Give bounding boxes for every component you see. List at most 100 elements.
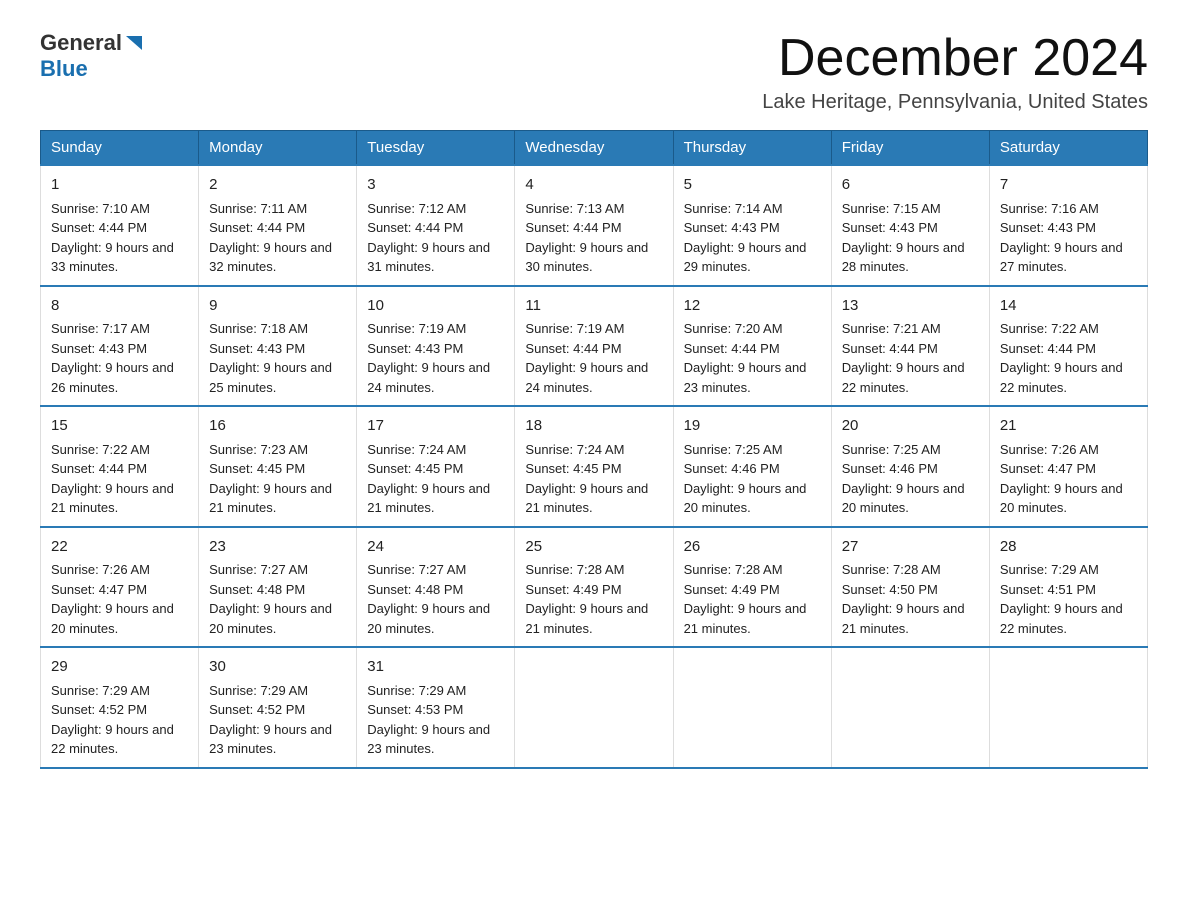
day-number: 8: [51, 295, 188, 318]
calendar-day-cell: 17 Sunrise: 7:24 AMSunset: 4:45 PMDayligh…: [357, 406, 515, 527]
day-number: 16: [209, 415, 346, 438]
weekday-header-monday: Monday: [199, 131, 357, 166]
day-number: 1: [51, 174, 188, 197]
calendar-day-cell: 6Sunrise: 7:15 AMSunset: 4:43 PMDaylight…: [831, 165, 989, 286]
day-number: 27: [842, 536, 979, 559]
calendar-day-cell: 13 Sunrise: 7:21 AMSunset: 4:44 PMDayligh…: [831, 286, 989, 407]
day-info: Sunrise: 7:25 AMSunset: 4:46 PMDaylight:…: [842, 442, 965, 516]
day-info: Sunrise: 7:21 AMSunset: 4:44 PMDaylight:…: [842, 321, 965, 395]
day-number: 25: [525, 536, 662, 559]
day-info: Sunrise: 7:18 AMSunset: 4:43 PMDaylight:…: [209, 321, 332, 395]
calendar-week-row: 8 Sunrise: 7:17 AMSunset: 4:43 PMDaylight…: [41, 286, 1148, 407]
day-info: Sunrise: 7:29 AMSunset: 4:53 PMDaylight:…: [367, 683, 490, 757]
day-number: 21: [1000, 415, 1137, 438]
day-info: Sunrise: 7:19 AMSunset: 4:44 PMDaylight:…: [525, 321, 648, 395]
calendar-day-cell: 29 Sunrise: 7:29 AMSunset: 4:52 PMDayligh…: [41, 647, 199, 768]
day-info: Sunrise: 7:24 AMSunset: 4:45 PMDaylight:…: [367, 442, 490, 516]
logo-blue-text: Blue: [40, 56, 88, 82]
day-info: Sunrise: 7:22 AMSunset: 4:44 PMDaylight:…: [51, 442, 174, 516]
calendar-day-cell: 10Sunrise: 7:19 AMSunset: 4:43 PMDayligh…: [357, 286, 515, 407]
day-info: Sunrise: 7:10 AMSunset: 4:44 PMDaylight:…: [51, 201, 174, 275]
month-title: December 2024: [762, 30, 1148, 87]
day-info: Sunrise: 7:28 AMSunset: 4:49 PMDaylight:…: [684, 562, 807, 636]
location-title: Lake Heritage, Pennsylvania, United Stat…: [762, 91, 1148, 114]
day-number: 11: [525, 295, 662, 318]
logo-triangle-icon: [124, 32, 146, 54]
calendar-day-cell: 26 Sunrise: 7:28 AMSunset: 4:49 PMDayligh…: [673, 527, 831, 648]
day-number: 7: [1000, 174, 1137, 197]
title-block: December 2024 Lake Heritage, Pennsylvani…: [762, 30, 1148, 114]
calendar-week-row: 29 Sunrise: 7:29 AMSunset: 4:52 PMDayligh…: [41, 647, 1148, 768]
day-info: Sunrise: 7:28 AMSunset: 4:50 PMDaylight:…: [842, 562, 965, 636]
weekday-header-sunday: Sunday: [41, 131, 199, 166]
weekday-header-wednesday: Wednesday: [515, 131, 673, 166]
day-info: Sunrise: 7:14 AMSunset: 4:43 PMDaylight:…: [684, 201, 807, 275]
calendar-day-cell: 14Sunrise: 7:22 AMSunset: 4:44 PMDayligh…: [989, 286, 1147, 407]
day-number: 4: [525, 174, 662, 197]
day-info: Sunrise: 7:23 AMSunset: 4:45 PMDaylight:…: [209, 442, 332, 516]
day-info: Sunrise: 7:12 AMSunset: 4:44 PMDaylight:…: [367, 201, 490, 275]
calendar-day-cell: 8 Sunrise: 7:17 AMSunset: 4:43 PMDaylight…: [41, 286, 199, 407]
calendar-day-cell: 18 Sunrise: 7:24 AMSunset: 4:45 PMDayligh…: [515, 406, 673, 527]
calendar-day-cell: 1 Sunrise: 7:10 AMSunset: 4:44 PMDaylight…: [41, 165, 199, 286]
calendar-day-cell: 23Sunrise: 7:27 AMSunset: 4:48 PMDayligh…: [199, 527, 357, 648]
day-info: Sunrise: 7:24 AMSunset: 4:45 PMDaylight:…: [525, 442, 648, 516]
day-info: Sunrise: 7:27 AMSunset: 4:48 PMDaylight:…: [367, 562, 490, 636]
day-number: 29: [51, 656, 188, 679]
day-number: 24: [367, 536, 504, 559]
weekday-header-thursday: Thursday: [673, 131, 831, 166]
day-info: Sunrise: 7:17 AMSunset: 4:43 PMDaylight:…: [51, 321, 174, 395]
calendar-day-cell: 11 Sunrise: 7:19 AMSunset: 4:44 PMDayligh…: [515, 286, 673, 407]
day-info: Sunrise: 7:28 AMSunset: 4:49 PMDaylight:…: [525, 562, 648, 636]
calendar-day-cell: 22Sunrise: 7:26 AMSunset: 4:47 PMDayligh…: [41, 527, 199, 648]
day-info: Sunrise: 7:15 AMSunset: 4:43 PMDaylight:…: [842, 201, 965, 275]
calendar-day-cell: 12 Sunrise: 7:20 AMSunset: 4:44 PMDayligh…: [673, 286, 831, 407]
day-info: Sunrise: 7:29 AMSunset: 4:52 PMDaylight:…: [51, 683, 174, 757]
day-number: 31: [367, 656, 504, 679]
logo-general-text: General: [40, 30, 122, 56]
day-info: Sunrise: 7:16 AMSunset: 4:43 PMDaylight:…: [1000, 201, 1123, 275]
day-number: 2: [209, 174, 346, 197]
day-info: Sunrise: 7:13 AMSunset: 4:44 PMDaylight:…: [525, 201, 648, 275]
calendar-day-cell: 9 Sunrise: 7:18 AMSunset: 4:43 PMDaylight…: [199, 286, 357, 407]
day-info: Sunrise: 7:20 AMSunset: 4:44 PMDaylight:…: [684, 321, 807, 395]
calendar-table: SundayMondayTuesdayWednesdayThursdayFrid…: [40, 130, 1148, 769]
calendar-day-cell: 21Sunrise: 7:26 AMSunset: 4:47 PMDayligh…: [989, 406, 1147, 527]
logo: General Blue: [40, 30, 146, 82]
calendar-day-cell: 28 Sunrise: 7:29 AMSunset: 4:51 PMDayligh…: [989, 527, 1147, 648]
calendar-week-row: 15Sunrise: 7:22 AMSunset: 4:44 PMDayligh…: [41, 406, 1148, 527]
day-number: 14: [1000, 295, 1137, 318]
calendar-day-cell: 25 Sunrise: 7:28 AMSunset: 4:49 PMDayligh…: [515, 527, 673, 648]
day-number: 12: [684, 295, 821, 318]
calendar-day-cell: 24 Sunrise: 7:27 AMSunset: 4:48 PMDayligh…: [357, 527, 515, 648]
day-number: 28: [1000, 536, 1137, 559]
calendar-day-cell: 16 Sunrise: 7:23 AMSunset: 4:45 PMDayligh…: [199, 406, 357, 527]
day-number: 23: [209, 536, 346, 559]
day-info: Sunrise: 7:25 AMSunset: 4:46 PMDaylight:…: [684, 442, 807, 516]
calendar-day-cell: 2Sunrise: 7:11 AMSunset: 4:44 PMDaylight…: [199, 165, 357, 286]
calendar-day-cell: 3 Sunrise: 7:12 AMSunset: 4:44 PMDaylight…: [357, 165, 515, 286]
calendar-day-cell: 4 Sunrise: 7:13 AMSunset: 4:44 PMDaylight…: [515, 165, 673, 286]
day-number: 20: [842, 415, 979, 438]
day-number: 19: [684, 415, 821, 438]
day-number: 18: [525, 415, 662, 438]
weekday-header-saturday: Saturday: [989, 131, 1147, 166]
day-info: Sunrise: 7:26 AMSunset: 4:47 PMDaylight:…: [51, 562, 174, 636]
calendar-day-cell: 15Sunrise: 7:22 AMSunset: 4:44 PMDayligh…: [41, 406, 199, 527]
day-number: 13: [842, 295, 979, 318]
weekday-header-row: SundayMondayTuesdayWednesdayThursdayFrid…: [41, 131, 1148, 166]
day-number: 17: [367, 415, 504, 438]
day-info: Sunrise: 7:19 AMSunset: 4:43 PMDaylight:…: [367, 321, 490, 395]
calendar-day-cell: [989, 647, 1147, 768]
calendar-day-cell: 5 Sunrise: 7:14 AMSunset: 4:43 PMDaylight…: [673, 165, 831, 286]
calendar-day-cell: [673, 647, 831, 768]
day-number: 5: [684, 174, 821, 197]
weekday-header-friday: Friday: [831, 131, 989, 166]
calendar-day-cell: 30Sunrise: 7:29 AMSunset: 4:52 PMDayligh…: [199, 647, 357, 768]
calendar-day-cell: 27 Sunrise: 7:28 AMSunset: 4:50 PMDayligh…: [831, 527, 989, 648]
day-info: Sunrise: 7:29 AMSunset: 4:51 PMDaylight:…: [1000, 562, 1123, 636]
calendar-day-cell: 7 Sunrise: 7:16 AMSunset: 4:43 PMDaylight…: [989, 165, 1147, 286]
day-number: 3: [367, 174, 504, 197]
day-number: 9: [209, 295, 346, 318]
day-number: 26: [684, 536, 821, 559]
